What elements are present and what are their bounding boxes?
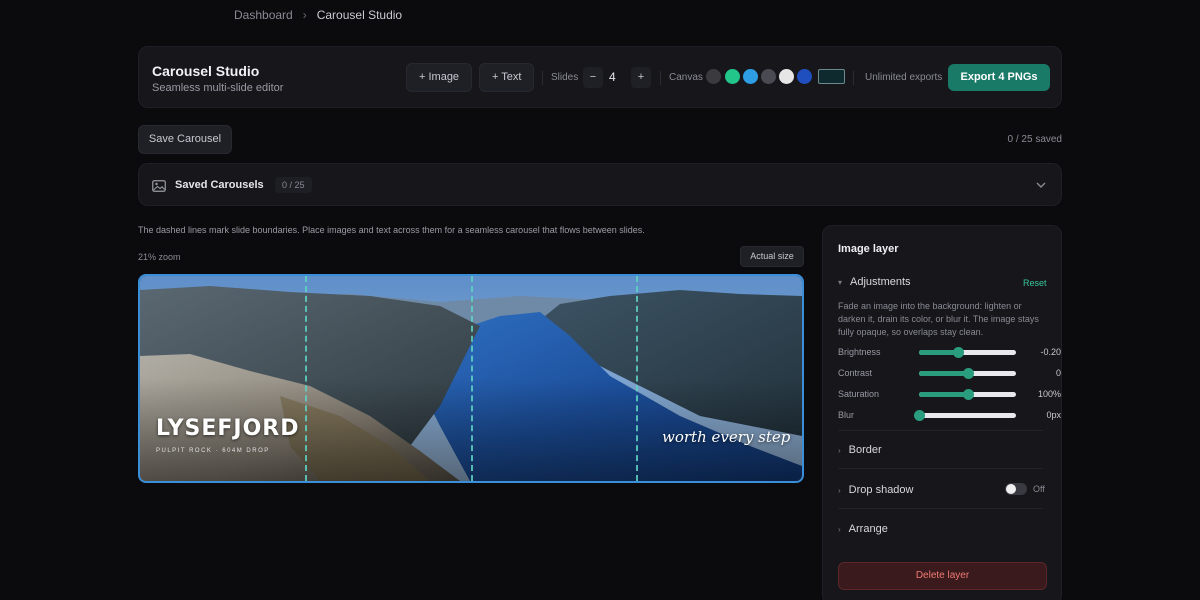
drop-shadow-state: Off — [1033, 484, 1045, 494]
canvas-swatch-green[interactable] — [725, 69, 740, 84]
toolbar-divider — [853, 71, 854, 85]
border-section-header[interactable]: › Border — [838, 444, 882, 456]
carousel-canvas[interactable]: LYSEFJORD PULPIT ROCK · 604M DROP worth … — [138, 274, 804, 483]
slider-label: Blur — [838, 410, 855, 420]
adjustments-description: Fade an image into the background: light… — [838, 301, 1039, 337]
adjustments-label: Adjustments — [850, 276, 911, 288]
export-button[interactable]: Export 4 PNGs — [948, 64, 1050, 91]
adjustments-section-header[interactable]: ▾ Adjustments — [838, 276, 911, 288]
zoom-level: 21% zoom — [138, 252, 181, 262]
exports-label: Unlimited exports — [865, 72, 943, 83]
slider-fill — [919, 350, 958, 355]
app-subtitle: Seamless multi-slide editor — [152, 82, 284, 94]
app-title: Carousel Studio — [152, 63, 260, 79]
drop-shadow-label: Drop shadow — [848, 484, 914, 496]
canvas-headline[interactable]: LYSEFJORD — [156, 416, 300, 441]
slider-value: 0px — [1046, 410, 1061, 420]
slider-value: 100% — [1037, 389, 1061, 399]
actual-size-button[interactable]: Actual size — [740, 246, 804, 267]
image-icon — [152, 179, 166, 197]
drop-shadow-toggle[interactable] — [1005, 483, 1027, 495]
toolbar-divider — [660, 71, 661, 85]
toolbar-divider — [542, 71, 543, 85]
divider — [838, 430, 1043, 431]
breadcrumb: Dashboard › Carousel Studio — [234, 8, 402, 22]
slider-track[interactable] — [919, 347, 1016, 358]
toggle-knob — [1006, 484, 1016, 494]
slides-increment-button[interactable]: + — [631, 67, 651, 88]
slider-value: 0 — [1055, 368, 1061, 378]
slider-thumb[interactable] — [952, 347, 964, 358]
saved-carousels-title: Saved Carousels — [175, 179, 264, 191]
reset-button[interactable]: Reset — [1023, 278, 1047, 288]
chevron-right-icon: › — [838, 446, 841, 455]
delete-layer-button[interactable]: Delete layer — [838, 562, 1047, 590]
slider-track[interactable] — [914, 410, 1016, 421]
chevron-down-icon[interactable] — [1035, 178, 1047, 196]
slider-track[interactable] — [919, 368, 1016, 379]
slider-fill — [919, 392, 968, 397]
canvas-tagline[interactable]: worth every step — [662, 428, 790, 446]
slides-decrement-button[interactable]: − — [583, 67, 603, 88]
arrange-label: Arrange — [848, 523, 888, 535]
canvas-swatch-charcoal[interactable] — [706, 69, 721, 84]
drop-shadow-section-header[interactable]: › Drop shadow — [838, 484, 914, 496]
chevron-right-icon: › — [838, 525, 841, 534]
slider-label: Saturation — [838, 389, 880, 399]
slide-boundary — [305, 276, 307, 481]
editor-hint: The dashed lines mark slide boundaries. … — [138, 225, 645, 235]
saved-carousels-badge: 0 / 25 — [275, 177, 312, 193]
header-toolbar: Carousel Studio Seamless multi-slide edi… — [138, 46, 1062, 108]
breadcrumb-current: Carousel Studio — [316, 8, 403, 22]
slider-track[interactable] — [919, 389, 1016, 400]
chevron-right-icon: › — [302, 8, 307, 22]
canvas-label: Canvas — [669, 72, 703, 83]
chevron-right-icon: › — [838, 486, 841, 495]
slides-count: 4 — [609, 70, 616, 84]
canvas-subline[interactable]: PULPIT ROCK · 604M DROP — [156, 448, 270, 454]
image-layer-panel: Image layer ▾ Adjustments Reset Fade an i… — [822, 225, 1062, 600]
slider-label: Brightness — [838, 347, 881, 357]
slider-label: Contrast — [838, 368, 873, 378]
canvas-swatch-navy[interactable] — [797, 69, 812, 84]
canvas-swatch-blue[interactable] — [743, 69, 758, 84]
canvas-custom-color[interactable] — [818, 69, 845, 84]
slides-label: Slides — [551, 72, 579, 83]
canvas-swatch-gray[interactable] — [761, 69, 776, 84]
slider-thumb[interactable] — [962, 389, 974, 400]
slider-thumb[interactable] — [914, 410, 925, 421]
divider — [838, 468, 1043, 469]
border-label: Border — [848, 444, 882, 456]
slide-boundary — [471, 276, 473, 481]
save-carousel-button[interactable]: Save Carousel — [138, 125, 232, 154]
slider-thumb[interactable] — [962, 368, 974, 379]
divider — [838, 508, 1043, 509]
canvas-swatch-white[interactable] — [779, 69, 794, 84]
saved-carousels-panel[interactable]: Saved Carousels 0 / 25 — [138, 163, 1062, 206]
saved-count: 0 / 25 saved — [1007, 134, 1062, 145]
add-image-button[interactable]: + Image — [406, 63, 473, 92]
arrange-section-header[interactable]: › Arrange — [838, 523, 888, 535]
slider-fill — [919, 371, 968, 376]
slider-value: -0.20 — [1040, 347, 1061, 357]
slide-boundary — [636, 276, 638, 481]
add-text-button[interactable]: + Text — [479, 63, 535, 92]
chevron-down-icon: ▾ — [838, 278, 843, 287]
breadcrumb-dashboard[interactable]: Dashboard — [234, 8, 293, 22]
panel-title: Image layer — [838, 243, 899, 255]
